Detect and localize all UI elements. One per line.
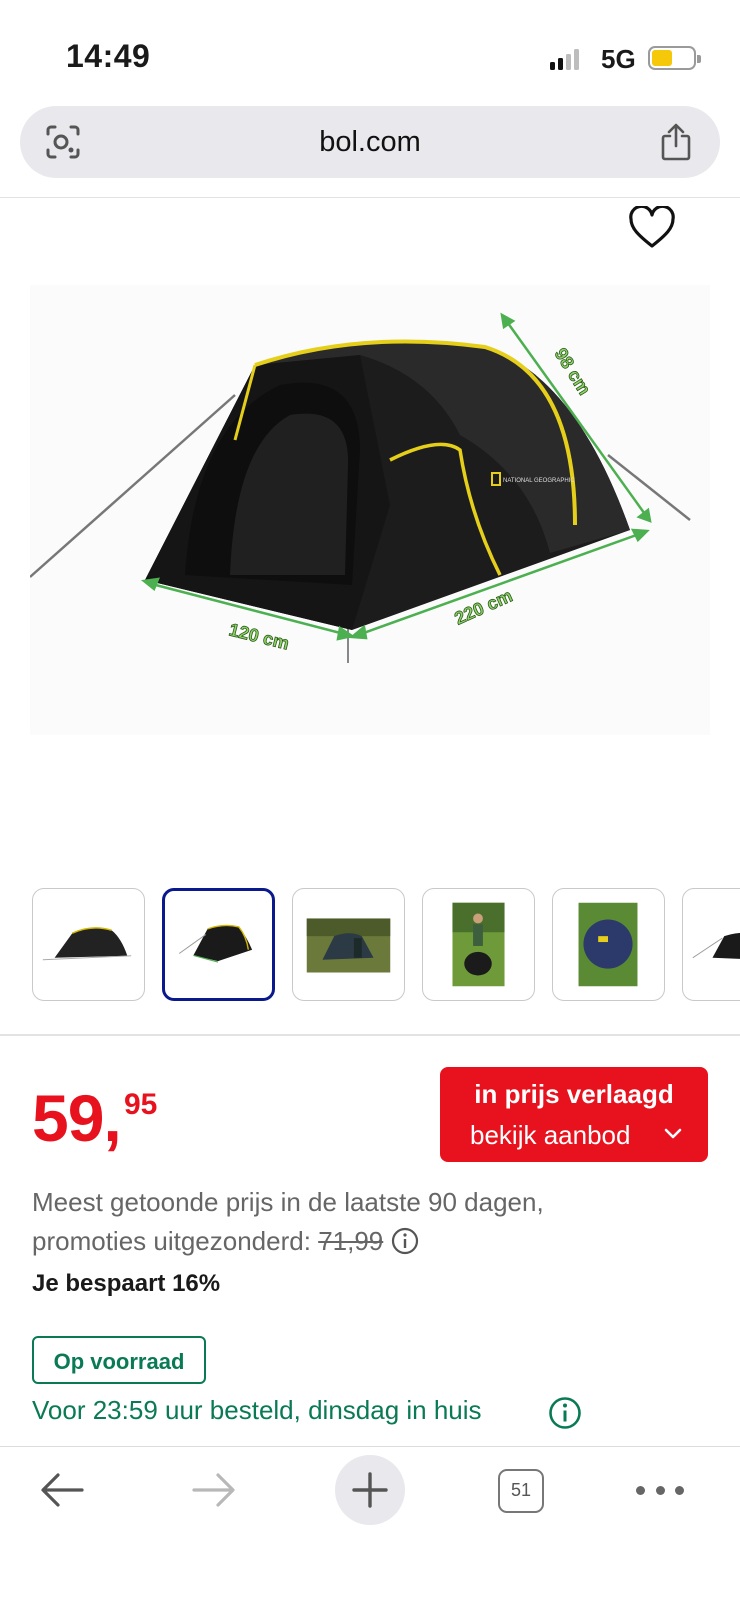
thumbnail-6[interactable] [682,888,740,1001]
price-reduced-button[interactable]: in prijs verlaagd bekijk aanbod [440,1067,708,1162]
address-bar[interactable]: bol.com [20,106,720,178]
thumbnail-1[interactable] [32,888,145,1001]
divider [0,1446,740,1447]
thumbnail-5[interactable] [552,888,665,1001]
network-type: 5G [601,44,636,74]
deal-subtitle: bekijk aanbod [470,1120,631,1150]
plus-icon [352,1472,388,1508]
price-note-line1: Meest getoonde prijs in de laatste 90 da… [32,1187,544,1217]
info-icon[interactable] [548,1396,582,1430]
thumbnail-4[interactable] [422,888,535,1001]
product-image[interactable]: NATIONAL GEOGRAPHIC 120 cm 220 cm 98 cm [30,285,710,735]
chevron-down-icon [664,1128,682,1139]
thumbnail-2[interactable] [162,888,275,1001]
old-price: 71,99 [318,1226,384,1256]
battery-icon [648,46,701,70]
stock-badge: Op voorraad [32,1336,206,1384]
status-time: 14:49 [66,38,151,74]
divider [0,1034,740,1036]
brand-mark: NATIONAL GEOGRAPHIC [503,478,575,484]
price-note-line2: promoties uitgezonderd: [32,1226,311,1256]
thumbnail-3[interactable] [292,888,405,1001]
forward-arrow-icon[interactable] [190,1470,238,1510]
url-text[interactable]: bol.com [20,126,720,159]
divider [0,197,740,198]
delivery-text: Voor 23:59 uur besteld, dinsdag in huis [32,1395,482,1425]
savings-text: Je bespaart 16% [32,1270,221,1297]
info-icon[interactable] [391,1227,419,1255]
share-icon[interactable] [658,122,694,162]
more-options-icon[interactable] [636,1480,684,1500]
price-cents: 95 [124,1088,158,1121]
tabs-button[interactable]: 51 [498,1469,544,1513]
price-whole: 59, [32,1081,122,1155]
signal-strength-icon [550,48,579,70]
deal-title: in prijs verlaagd [474,1079,674,1109]
tabs-count: 51 [510,1480,532,1500]
stock-label: Op voorraad [53,1349,185,1374]
back-arrow-icon[interactable] [38,1470,86,1510]
new-tab-button[interactable] [335,1455,405,1525]
heart-icon[interactable] [628,206,676,250]
price-note: Meest getoonde prijs in de laatste 90 da… [32,1183,672,1261]
